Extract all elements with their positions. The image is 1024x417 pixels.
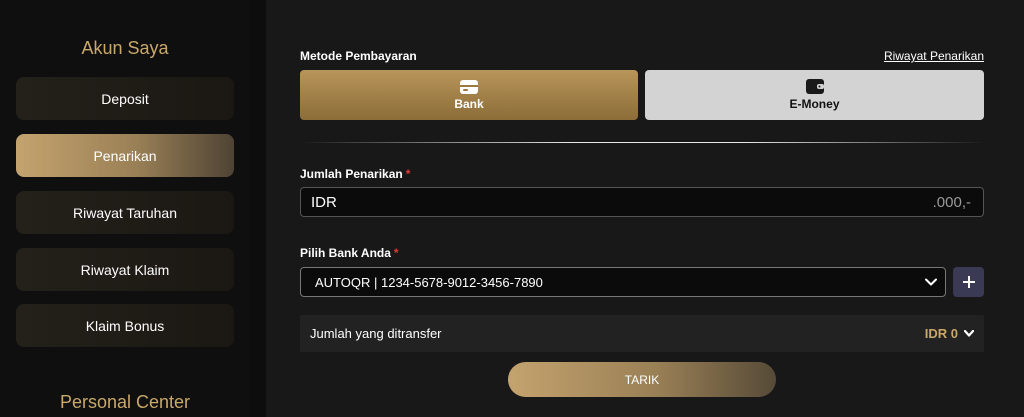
withdraw-submit-button[interactable]: TARIK — [508, 362, 776, 397]
add-bank-button[interactable] — [953, 267, 984, 297]
plus-icon — [962, 276, 975, 288]
required-mark: * — [393, 246, 399, 260]
sidebar: Akun Saya Deposit Penarikan Riwayat Taru… — [0, 0, 250, 417]
transfer-summary[interactable]: Jumlah yang ditransfer IDR 0 — [300, 315, 984, 352]
transfer-label: Jumlah yang ditransfer — [310, 326, 442, 341]
sidebar-item-label: Klaim Bonus — [85, 317, 165, 334]
amount-input[interactable]: IDR .000,- — [300, 187, 984, 217]
sidebar-item-deposit[interactable]: Deposit — [16, 77, 234, 120]
sidebar-item-riwayat-klaim[interactable]: Riwayat Klaim — [16, 248, 234, 291]
bank-card-icon — [460, 79, 478, 94]
bank-selected-value: AUTOQR | 1234-5678-9012-3456-7890 — [315, 274, 543, 290]
amount-currency: IDR — [311, 193, 337, 211]
required-mark: * — [405, 167, 411, 181]
sidebar-item-label: Deposit — [101, 90, 149, 107]
bank-method-button[interactable]: Bank — [300, 70, 638, 120]
emoney-method-button[interactable]: E-Money — [645, 70, 984, 120]
divider — [300, 142, 984, 143]
chevron-down-icon — [925, 278, 937, 286]
amount-suffix: .000,- — [932, 193, 971, 211]
payment-method-label: Metode Pembayaran — [300, 49, 417, 63]
withdraw-history-link[interactable]: Riwayat Penarikan — [884, 49, 984, 63]
sidebar-item-penarikan[interactable]: Penarikan — [16, 134, 234, 177]
emoney-method-label: E-Money — [789, 97, 840, 111]
sidebar-title: Akun Saya — [81, 38, 169, 58]
sidebar-item-riwayat-taruhan[interactable]: Riwayat Taruhan — [16, 191, 234, 234]
wallet-icon — [805, 79, 824, 94]
sidebar-item-label: Riwayat Taruhan — [72, 204, 178, 221]
bank-method-label: Bank — [454, 96, 484, 111]
sidebar-item-label: Riwayat Klaim — [80, 261, 170, 278]
withdraw-panel: Metode Pembayaran Riwayat Penarikan Bank… — [266, 0, 1024, 417]
chevron-down-icon — [964, 330, 974, 337]
bank-select[interactable]: AUTOQR | 1234-5678-9012-3456-7890 — [300, 267, 946, 297]
bank-label: Pilih Bank Anda * — [300, 246, 399, 260]
sidebar-item-klaim-bonus[interactable]: Klaim Bonus — [16, 304, 234, 347]
transfer-value: IDR 0 — [925, 326, 974, 341]
amount-label: Jumlah Penarikan * — [300, 167, 411, 181]
sidebar-section-title: Personal Center — [59, 392, 191, 412]
sidebar-item-label: Penarikan — [93, 147, 157, 164]
